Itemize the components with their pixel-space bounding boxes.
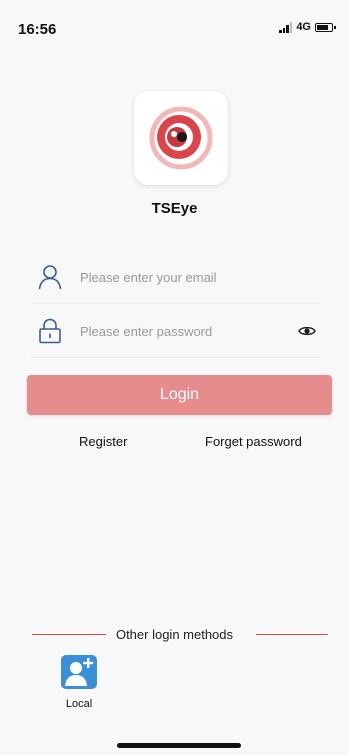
system-indicators: 4G	[279, 21, 336, 33]
email-divider	[30, 303, 320, 304]
login-button[interactable]: Login	[27, 375, 332, 415]
local-login-label: Local	[65, 698, 93, 710]
battery-icon	[315, 22, 336, 32]
home-indicator[interactable]	[117, 743, 241, 748]
eye-icon[interactable]	[298, 324, 316, 338]
status-time: 16:56	[18, 21, 57, 38]
lock-icon	[39, 318, 61, 344]
password-input[interactable]: Please enter password	[80, 324, 212, 339]
status-bar: 16:56 4G	[0, 0, 349, 40]
app-name: TSEye	[151, 200, 198, 217]
network-type: 4G	[296, 21, 311, 33]
eye-logo-icon	[149, 106, 213, 170]
app-logo	[134, 91, 228, 185]
signal-icon	[279, 21, 293, 33]
password-divider	[30, 357, 320, 358]
local-login-option[interactable]: Local	[55, 655, 103, 710]
email-input[interactable]: Please enter your email	[80, 270, 217, 285]
other-login-section: Other login methods	[0, 624, 349, 644]
email-field[interactable]: Please enter your email	[30, 258, 320, 304]
divider-right	[256, 634, 328, 635]
forget-password-link[interactable]: Forget password	[205, 434, 302, 449]
user-icon	[38, 265, 62, 290]
password-field[interactable]: Please enter password	[30, 312, 320, 358]
add-user-icon	[61, 655, 97, 689]
register-link[interactable]: Register	[79, 434, 127, 449]
